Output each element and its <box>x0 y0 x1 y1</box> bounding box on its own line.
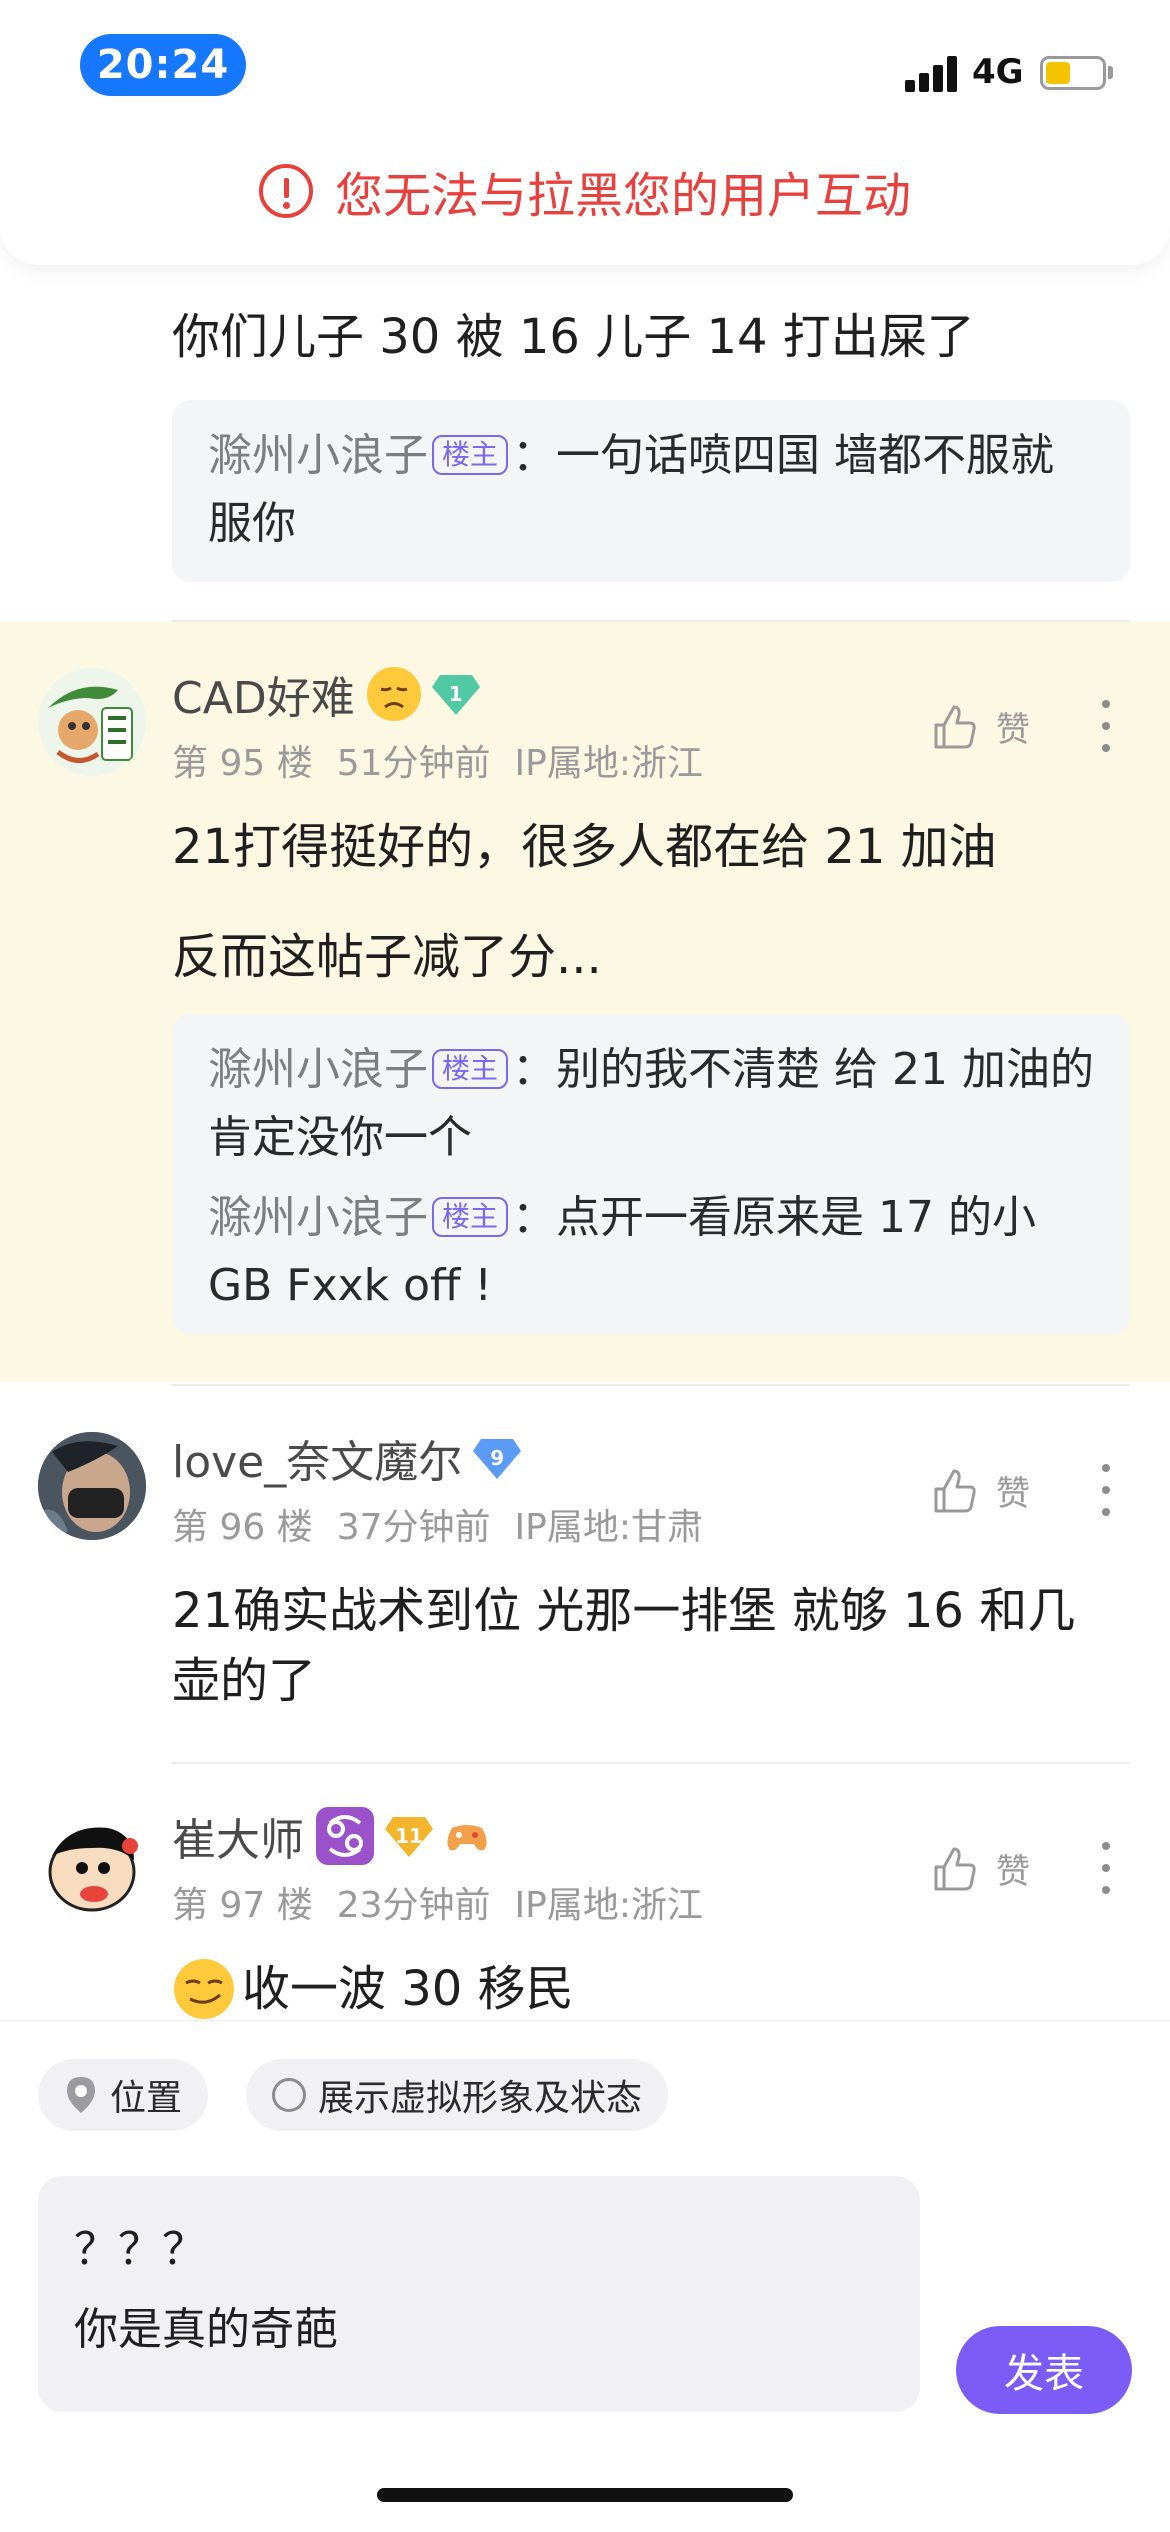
thumbs-up-icon <box>934 1469 976 1512</box>
avatar-image <box>38 1432 146 1540</box>
level-badge-icon: 1 <box>431 671 480 717</box>
reply-author[interactable]: 滁州小浪子 <box>208 1192 428 1243</box>
like-label: 赞 <box>996 1474 1030 1514</box>
username[interactable]: love_奈文魔尔 <box>172 1426 462 1490</box>
level-number: 9 <box>490 1446 505 1470</box>
like-button[interactable]: 赞 <box>930 702 1030 751</box>
disappointed-face-icon <box>366 667 421 721</box>
post-time: 23分钟前 <box>336 1885 491 1926</box>
thumbs-up-icon <box>934 1847 976 1890</box>
location-chip[interactable]: 位置 <box>38 2059 209 2131</box>
op-badge: 楼主 <box>432 1197 509 1237</box>
cancer-zodiac-icon <box>316 1807 374 1865</box>
ip-location: IP属地:浙江 <box>514 1885 703 1926</box>
level-number: 1 <box>448 682 463 706</box>
comment-meta: 第 97 楼 23分钟前 IP属地:浙江 <box>172 1876 727 1928</box>
gamepad-icon <box>444 1816 490 1856</box>
comment-meta: 第 95 楼 51分钟前 IP属地:浙江 <box>172 734 727 786</box>
comment-item: 崔大师 11 第 97 楼 23分钟前 IP属地:浙江 赞 收一波 30 移民 <box>0 1764 1170 2020</box>
reply-box[interactable]: 滁州小浪子 楼主 ：一句话喷四国 墙都不服就服你 <box>172 400 1130 582</box>
comment-item: 你们儿子 30 被 16 儿子 14 打出屎了 滁州小浪子 楼主 ：一句话喷四国 墙… <box>0 265 1170 620</box>
location-chip-label: 位置 <box>110 2078 183 2119</box>
post-time: 37分钟前 <box>336 1507 491 1548</box>
like-button[interactable]: 赞 <box>930 1844 1030 1893</box>
battery-tip <box>1108 66 1113 79</box>
comment-item: CAD好难 1 第 95 楼 51分钟前 IP属地:浙江 赞 21打得挺好的，很多人… <box>0 622 1170 1382</box>
more-options-icon[interactable] <box>1102 1842 1112 1894</box>
ip-location: IP属地:甘肃 <box>514 1507 703 1548</box>
username[interactable]: 崔大师 <box>172 1804 304 1868</box>
floor-number: 第 95 楼 <box>172 743 313 784</box>
username-row: CAD好难 1 <box>172 662 480 726</box>
comment-text: 你们儿子 30 被 16 儿子 14 打出屎了 <box>172 309 975 365</box>
reply-author[interactable]: 滁州小浪子 <box>208 430 428 481</box>
status-bar: 20:24 4G <box>0 0 1170 130</box>
avatar[interactable] <box>38 1432 146 1540</box>
avatar-image <box>38 668 146 776</box>
comment-content: 收一波 30 移民 <box>172 1954 574 2020</box>
like-button[interactable]: 赞 <box>930 1466 1030 1515</box>
avatar-status-label: 展示虚拟形象及状态 <box>318 2078 643 2119</box>
network-type: 4G <box>972 52 1024 92</box>
username[interactable]: CAD好难 <box>172 662 355 726</box>
reply-author[interactable]: 滁州小浪子 <box>208 1044 428 1095</box>
location-pin-icon <box>67 2077 95 2113</box>
smirk-face-icon <box>172 1957 236 2020</box>
more-options-icon[interactable] <box>1102 1464 1112 1516</box>
username-row: love_奈文魔尔 9 <box>172 1426 522 1490</box>
thumbs-up-icon <box>934 705 976 748</box>
radio-circle-icon[interactable] <box>272 2078 306 2112</box>
reply-item[interactable]: 滁州小浪子 楼主 ：一句话喷四国 墙都不服就服你 <box>208 422 1094 558</box>
like-label: 赞 <box>996 710 1030 750</box>
reply-composer: 位置 展示虚拟形象及状态 ？？？ 你是真的奇葩 发表 <box>0 2020 1170 2532</box>
reply-input[interactable]: ？？？ 你是真的奇葩 <box>38 2176 920 2412</box>
comment-text: 21确实战术到位 光那一排堡 就够 16 和几壶的了 <box>172 1583 1076 1709</box>
publish-button[interactable]: 发表 <box>956 2326 1132 2414</box>
comment-item: love_奈文魔尔 9 第 96 楼 37分钟前 IP属地:甘肃 赞 21确实战术到… <box>0 1386 1170 1760</box>
floor-number: 第 97 楼 <box>172 1885 313 1926</box>
battery-icon <box>1040 56 1106 90</box>
comment-meta: 第 96 楼 37分钟前 IP属地:甘肃 <box>172 1498 727 1550</box>
battery-level <box>1046 62 1071 84</box>
avatar-status-toggle[interactable]: 展示虚拟形象及状态 <box>246 2059 669 2131</box>
signal-icon <box>905 56 959 92</box>
level-badge-icon: 9 <box>473 1435 522 1481</box>
ip-location: IP属地:浙江 <box>514 743 703 784</box>
reply-item[interactable]: 滁州小浪子 楼主 ：别的我不清楚 给 21 加油的肯定没你一个 <box>208 1036 1094 1172</box>
avatar[interactable] <box>38 668 146 776</box>
comment-text: 21打得挺好的，很多人都在给 21 加油 <box>172 819 997 875</box>
level-number: 11 <box>395 1824 423 1848</box>
alert-content: 您无法与拉黑您的用户互动 <box>0 156 1170 226</box>
reply-item[interactable]: 滁州小浪子 楼主 ：点开一看原来是 17 的小GB Fxxk off ! <box>208 1184 1094 1320</box>
level-badge-icon: 11 <box>385 1813 433 1859</box>
avatar-image <box>38 1810 146 1918</box>
more-options-icon[interactable] <box>1102 700 1112 752</box>
op-badge: 楼主 <box>432 1049 509 1089</box>
clock[interactable]: 20:24 <box>80 34 246 96</box>
alert-text: 您无法与拉黑您的用户互动 <box>334 168 911 224</box>
username-row: 崔大师 11 <box>172 1804 490 1868</box>
warning-icon <box>258 164 313 218</box>
post-time: 51分钟前 <box>336 743 491 784</box>
reply-box[interactable]: 滁州小浪子 楼主 ：别的我不清楚 给 21 加油的肯定没你一个 滁州小浪子 楼主 ：点开… <box>172 1014 1130 1334</box>
op-badge: 楼主 <box>432 435 509 475</box>
avatar[interactable] <box>38 1810 146 1918</box>
home-indicator[interactable] <box>377 2488 793 2502</box>
floor-number: 第 96 楼 <box>172 1507 313 1548</box>
comment-text: 反而这帖子减了分... <box>172 929 602 985</box>
like-label: 赞 <box>996 1852 1030 1892</box>
comment-text: 收一波 30 移民 <box>242 1961 574 2017</box>
comment-feed[interactable]: 你们儿子 30 被 16 儿子 14 打出屎了 滁州小浪子 楼主 ：一句话喷四国 墙… <box>0 0 1170 2020</box>
